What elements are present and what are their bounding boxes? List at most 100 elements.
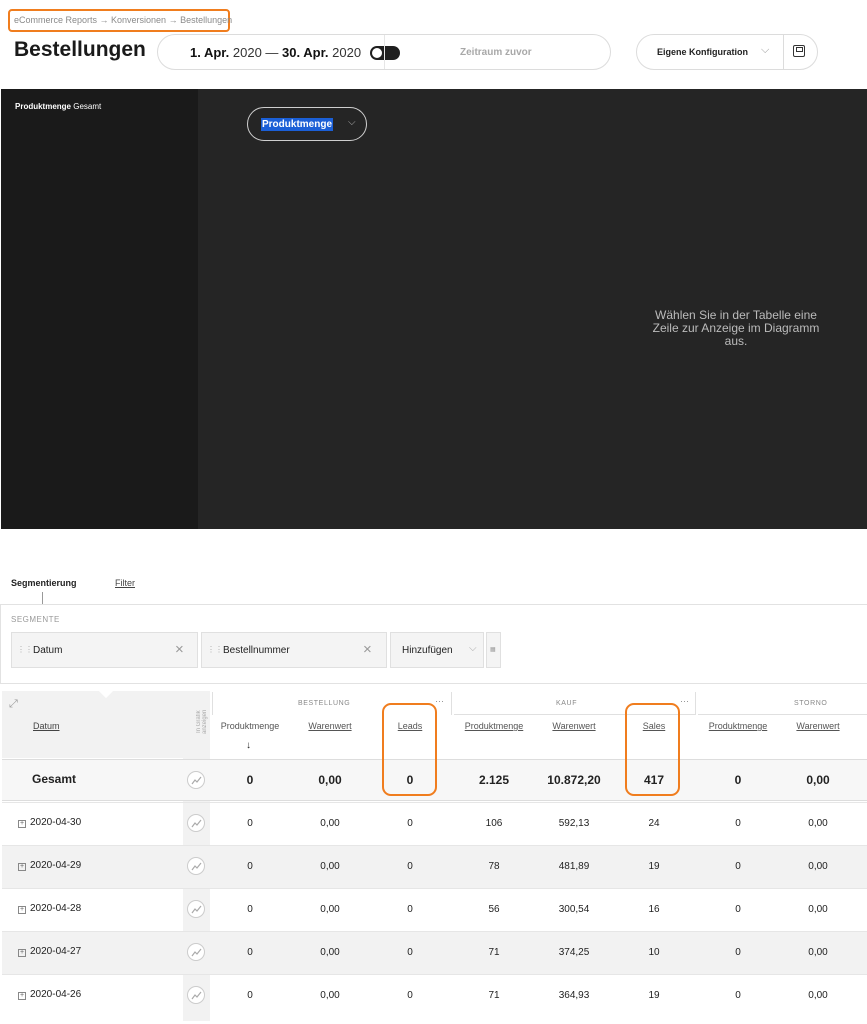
total-label: Gesamt	[32, 772, 77, 786]
save-config-button[interactable]	[783, 34, 818, 70]
metric-select-value: Produktmenge	[261, 118, 334, 131]
save-icon	[793, 45, 805, 57]
divider	[384, 35, 385, 69]
tab-segmentation[interactable]: Segmentierung	[11, 578, 77, 588]
segment-chip-bestellnummer[interactable]: ⋮⋮ Bestellnummer ×	[201, 632, 387, 668]
close-icon[interactable]: ×	[363, 641, 372, 658]
trend-icon	[191, 991, 202, 1000]
segment-chip-datum[interactable]: ⋮⋮ Datum ×	[11, 632, 198, 668]
chart-empty-message: Wählen Sie in der Tabelle eine Zeile zur…	[652, 308, 820, 348]
row-date[interactable]: +2020-04-28	[18, 903, 81, 914]
column-header[interactable]: Warenwert	[773, 721, 863, 731]
date-range-picker[interactable]: 1. Apr. 2020 — 30. Apr. 2020 Zeitraum zu…	[157, 34, 611, 70]
table-cell: 0,00	[808, 990, 828, 1001]
expand-row-icon[interactable]: +	[18, 992, 26, 1000]
trend-icon	[191, 776, 202, 785]
table-cell: 78	[488, 861, 500, 872]
table-cell: 300,54	[558, 904, 590, 915]
show-in-chart-button[interactable]	[187, 900, 205, 918]
chart-panel: Produktmenge Gesamt Produktmenge ⌵ Wähle…	[1, 89, 867, 529]
sort-desc-icon[interactable]: ↓	[246, 740, 251, 751]
table-cell: 0,00	[320, 990, 340, 1001]
row-date[interactable]: +2020-04-27	[18, 946, 81, 957]
highlight-leads	[382, 703, 437, 796]
compare-toggle[interactable]	[370, 46, 400, 60]
chevron-down-icon: ⌵	[348, 117, 356, 128]
expand-icon[interactable]: ⤢	[9, 698, 18, 711]
segment-settings-button[interactable]: ▦	[486, 632, 501, 668]
column-header[interactable]: Produktmenge	[205, 721, 295, 731]
more-icon[interactable]: ···	[435, 696, 444, 706]
table-cell: 2.125	[478, 773, 510, 787]
show-in-chart-button[interactable]	[187, 771, 205, 789]
page-title: Bestellungen	[14, 38, 146, 61]
date-end-year: 2020	[328, 45, 362, 60]
show-in-chart-button[interactable]	[187, 986, 205, 1004]
trend-icon	[191, 905, 202, 914]
highlight-sales	[625, 703, 680, 796]
tab-filter[interactable]: Filter	[115, 578, 135, 588]
chevron-down-icon: ⌵	[469, 643, 477, 654]
column-header-text: Produktmenge	[708, 721, 768, 731]
chart-sidebar: Produktmenge Gesamt	[1, 89, 198, 529]
table-cell: 0	[407, 861, 413, 872]
breadcrumb[interactable]: eCommerce Reports → Konversionen → Beste…	[8, 9, 232, 32]
table-cell: 0	[734, 773, 742, 787]
show-in-chart-button[interactable]	[187, 814, 205, 832]
trend-icon	[191, 948, 202, 957]
expand-row-icon[interactable]: +	[18, 863, 26, 871]
table-cell: 0,00	[320, 904, 340, 915]
segment-chip-label: Bestellnummer	[223, 645, 290, 656]
table-cell: 0	[735, 947, 741, 958]
table-cell: 0	[407, 947, 413, 958]
table-cell: 0	[247, 904, 253, 915]
table-cell: 10.872,20	[547, 773, 601, 787]
chevron-down-icon: ⌵	[761, 44, 770, 56]
table-cell: 24	[648, 818, 660, 829]
chart-series-title: Produktmenge Gesamt	[15, 102, 101, 111]
expand-row-icon[interactable]: +	[18, 906, 26, 914]
row-date[interactable]: +2020-04-26	[18, 989, 81, 1000]
more-icon[interactable]: ···	[680, 696, 689, 706]
config-select[interactable]: Eigene Konfiguration ⌵	[636, 34, 784, 70]
group-label: STORNO	[794, 700, 828, 707]
table-cell: 0	[407, 904, 413, 915]
show-in-chart-button[interactable]	[187, 943, 205, 961]
table-cell: 0,00	[808, 904, 828, 915]
column-header[interactable]: Produktmenge	[693, 721, 783, 731]
table-cell: 0,00	[320, 818, 340, 829]
date-range-text[interactable]: 1. Apr. 2020 — 30. Apr. 2020	[190, 45, 361, 60]
expand-row-icon[interactable]: +	[18, 820, 26, 828]
date-end: 30. Apr.	[282, 45, 329, 60]
column-header-datum[interactable]: Datum	[33, 721, 60, 731]
group-storno: STORNO	[698, 692, 867, 715]
toggle-knob	[372, 48, 382, 58]
table-cell: 0	[407, 990, 413, 1001]
segments-header: SEGMENTE	[11, 615, 60, 624]
column-header[interactable]: Produktmenge	[449, 721, 539, 731]
drag-handle-icon[interactable]: ⋮⋮	[207, 645, 223, 654]
table-cell: 481,89	[558, 861, 590, 872]
row-date[interactable]: +2020-04-30	[18, 817, 81, 828]
segments-panel: SEGMENTE ⋮⋮ Datum × ⋮⋮ Bestellnummer × H…	[0, 604, 867, 684]
table-cell: 0	[246, 773, 254, 787]
add-segment-select[interactable]: Hinzufügen ⌵	[390, 632, 484, 668]
expand-row-icon[interactable]: +	[18, 949, 26, 957]
chart-series-metric: Produktmenge	[15, 102, 72, 111]
group-label: KAUF	[556, 700, 578, 707]
show-in-chart-button[interactable]	[187, 857, 205, 875]
metric-select[interactable]: Produktmenge ⌵	[247, 107, 367, 141]
close-icon[interactable]: ×	[175, 641, 184, 658]
date-start-year: 2020	[229, 45, 262, 60]
row-date-text: 2020-04-27	[30, 946, 82, 957]
row-date-text: 2020-04-26	[30, 989, 82, 1000]
drag-handle-icon[interactable]: ⋮⋮	[17, 645, 33, 654]
column-header[interactable]: Warenwert	[529, 721, 619, 731]
table-cell: 0	[247, 947, 253, 958]
row-date[interactable]: +2020-04-29	[18, 860, 81, 871]
table-cell: 19	[648, 861, 660, 872]
table-cell: 0	[735, 861, 741, 872]
chart-series-scope: Gesamt	[71, 102, 102, 111]
column-header[interactable]: Warenwert	[285, 721, 375, 731]
table-cell: 71	[488, 947, 500, 958]
